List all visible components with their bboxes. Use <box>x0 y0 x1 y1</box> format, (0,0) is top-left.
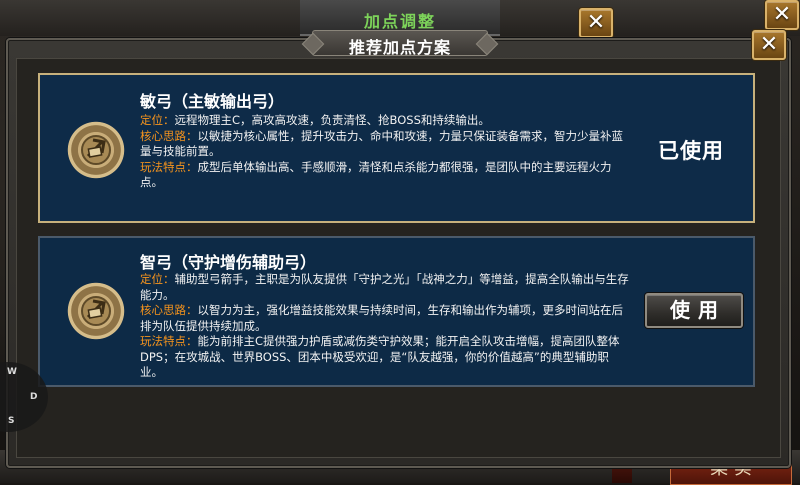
dialog-close-button[interactable]: ✕ <box>752 30 786 60</box>
row-text: 辅助型弓箭手，主职是为队友提供「守护之光」「战神之力」等增益，提高全队输出与生存… <box>140 272 629 302</box>
row-text: 远程物理主C，高攻高攻速，负责清怪、抢BOSS和持续输出。 <box>174 113 490 127</box>
dialog-title-plate: 推荐加点方案 <box>312 30 488 57</box>
card-heading: 智弓（守护增伤辅助弓） <box>140 253 317 272</box>
row-text: 以智力为主，强化增益技能效果与持续时间，生存和输出作为辅项，更多时间站在后排为队… <box>140 303 623 333</box>
close-icon: ✕ <box>759 32 779 57</box>
bow-emblem-icon <box>66 281 126 341</box>
bow-emblem-icon <box>66 120 126 180</box>
build-card-agility-bow: 敏弓（主敏输出弓） 定位：远程物理主C，高攻高攻速，负责清怪、抢BOSS和持续输… <box>38 73 755 223</box>
background-title: 加点调整 <box>363 12 436 31</box>
dialog-title: 推荐加点方案 <box>348 38 451 57</box>
card-description: 定位：远程物理主C，高攻高攻速，负责清怪、抢BOSS和持续输出。 核心思路：以敏… <box>140 113 630 191</box>
row-label: 定位： <box>140 113 175 127</box>
row-text: 以敏捷为核心属性，提升攻击力、命中和攻速，力量只保证装备需求，智力少量补蓝量与技… <box>140 128 623 159</box>
row-label: 核心思路： <box>140 128 198 143</box>
close-icon: ✕ <box>772 2 792 27</box>
joystick-key-d: D <box>30 392 38 402</box>
card-description: 定位：辅助型弓箭手，主职是为队友提供「守护之光」「战神之力」等增益，提高全队输出… <box>140 272 630 381</box>
joystick-key-w: W <box>7 367 17 377</box>
build-card-intellect-bow: 智弓（守护增伤辅助弓） 定位：辅助型弓箭手，主职是为队友提供「守护之光」「战神之… <box>38 236 755 387</box>
background-close-button[interactable]: ✕ <box>579 8 613 38</box>
close-icon: ✕ <box>586 10 606 35</box>
use-build-button[interactable]: 使用 <box>645 293 743 328</box>
row-text: 成型后单体输出高、手感顺滑，清怪和点杀能力都很强，是团队中的主要远程火力点。 <box>140 159 612 190</box>
row-label: 玩法特点： <box>140 334 198 348</box>
row-label: 核心思路： <box>140 303 198 317</box>
row-label: 定位： <box>140 272 175 286</box>
card-heading: 敏弓（主敏输出弓） <box>140 92 285 111</box>
joystick-key-s: S <box>8 416 15 426</box>
row-label: 玩法特点： <box>140 159 198 174</box>
in-use-status: 已使用 <box>658 139 724 163</box>
outer-close-button[interactable]: ✕ <box>765 0 799 30</box>
row-text: 能为前排主C提供强力护盾或减伤类守护效果；能开启全队攻击增幅，提高团队整体DPS… <box>140 334 620 379</box>
